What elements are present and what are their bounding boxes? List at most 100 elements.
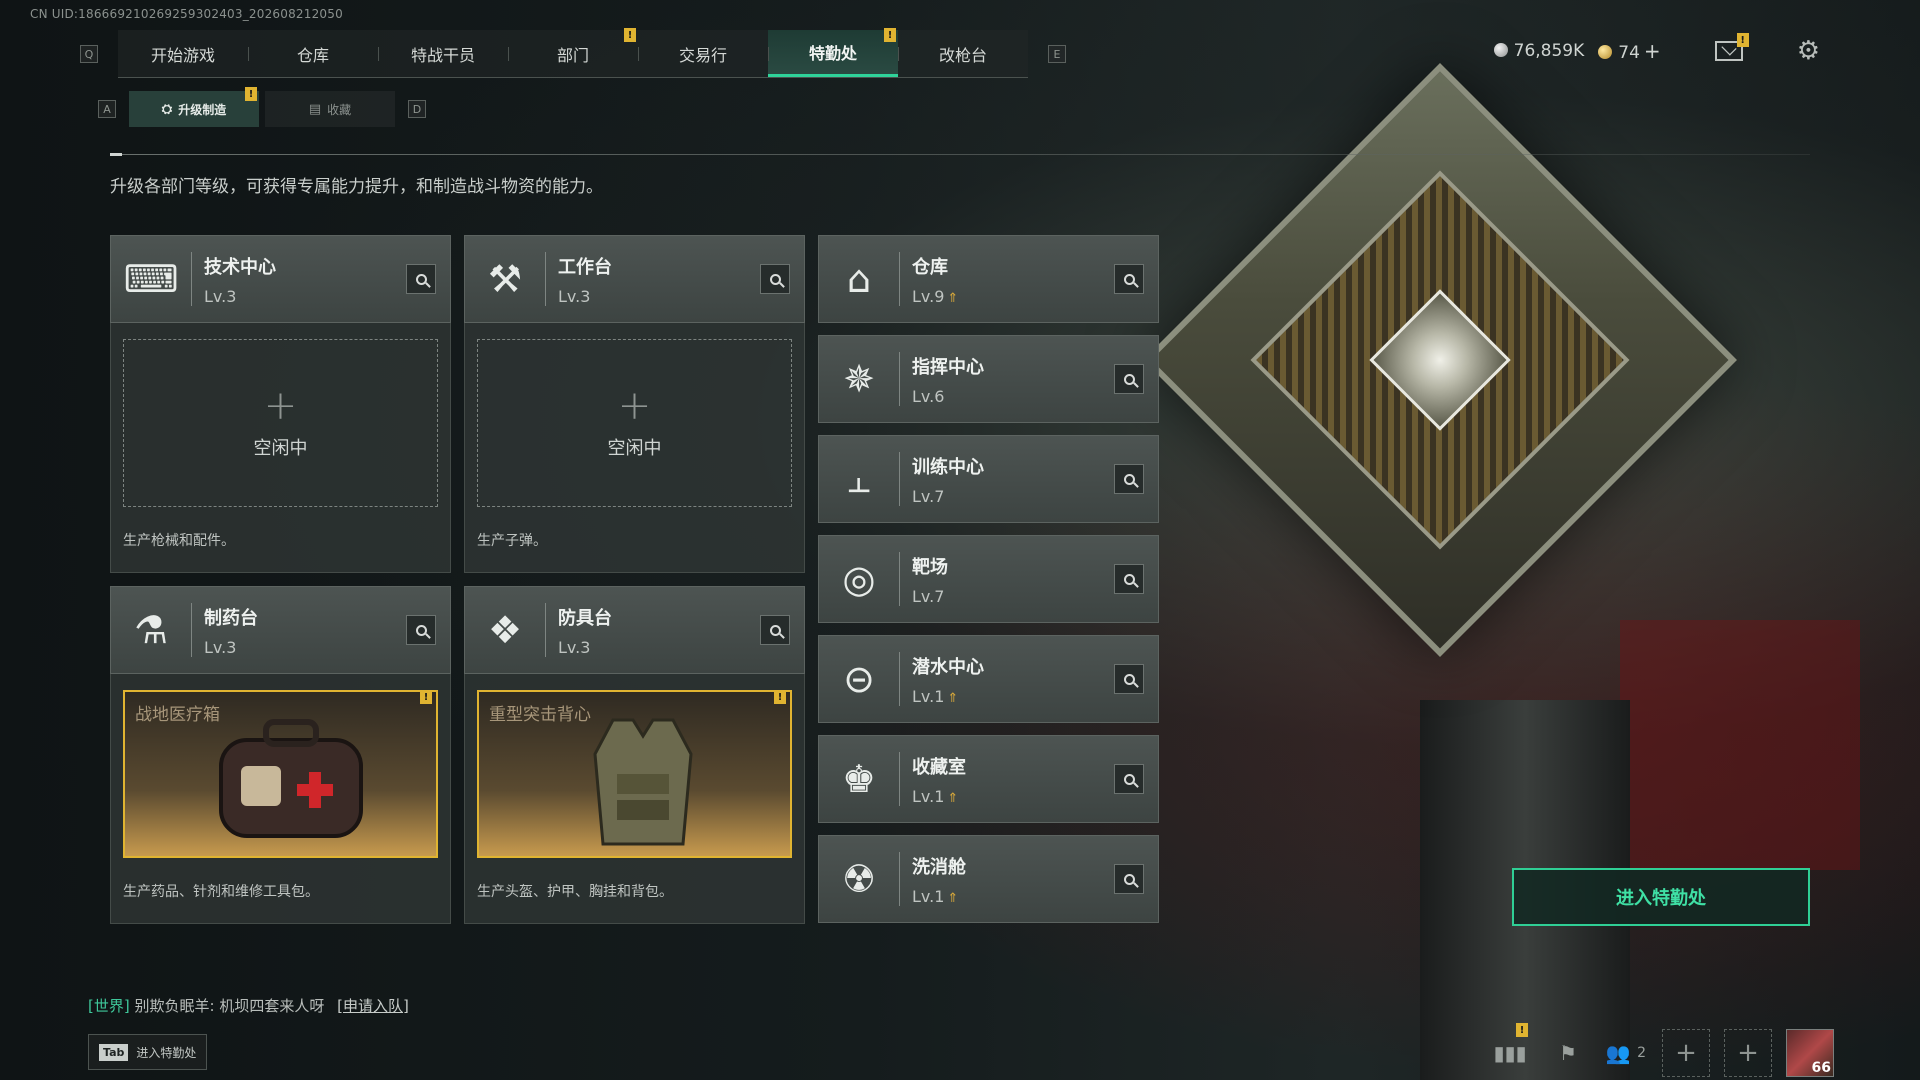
search-icon (1123, 273, 1135, 285)
tab-operators[interactable]: 特战干员 (378, 30, 508, 77)
facility-tech-center[interactable]: ⌨ 技术中心 Lv.3 (110, 235, 451, 323)
collection-icon: ♚ (841, 757, 877, 801)
card-separator (899, 452, 900, 506)
currency-bar: 76,859K 74 + ! ⚙ (1493, 33, 1820, 64)
facility-name: 技术中心 (204, 256, 276, 278)
search-button[interactable] (760, 615, 790, 645)
key-hint-a[interactable]: A (98, 100, 116, 118)
facility-diving-center[interactable]: ⊝ 潜水中心 Lv.1 ⇑ (818, 635, 1159, 723)
search-icon (415, 273, 427, 285)
facility-name: 制药台 (204, 607, 258, 629)
facility-name: 训练中心 (912, 456, 984, 478)
facility-shooting-range[interactable]: ◎ 靶场 Lv.7 (818, 535, 1159, 623)
tab-trading[interactable]: 交易行 (638, 30, 768, 77)
facility-workbench[interactable]: ⚒ 工作台 Lv.3 (464, 235, 805, 323)
search-button[interactable] (406, 615, 436, 645)
enter-special-ops-button[interactable]: 进入特勤处 (1512, 868, 1810, 926)
tab-key-hint[interactable]: Tab 进入特勤处 (88, 1034, 208, 1070)
notification-badge: ! (1736, 33, 1749, 47)
idle-label: 空闲中 (253, 438, 308, 459)
add-party-slot[interactable]: + (1724, 1029, 1772, 1077)
cubes-icon: ❖ (487, 608, 523, 652)
silver-currency: 76,859K (1493, 41, 1584, 61)
card-separator (545, 252, 546, 306)
facility-slot-panel: + 空闲中 生产枪械和配件。 (110, 323, 451, 573)
facility-pharmacy[interactable]: ⚗ 制药台 Lv.3 (110, 586, 451, 674)
tab-gunsmith[interactable]: 改枪台 (898, 30, 1028, 77)
facility-decon-chamber[interactable]: ☢ 洗消舱 Lv.1 ⇑ (818, 835, 1159, 923)
flag-icon[interactable]: ⚑ (1546, 1031, 1590, 1075)
tab-key: Tab (99, 1043, 129, 1061)
avatar-level: 66 (1811, 1060, 1831, 1076)
facility-collection-room[interactable]: ♚ 收藏室 Lv.1 ⇑ (818, 735, 1159, 823)
facility-name: 靶场 (912, 556, 948, 578)
facility-level: Lv.3 (558, 286, 591, 306)
card-separator (899, 852, 900, 906)
search-icon (1123, 473, 1135, 485)
facility-description: 生产药品、针剂和维修工具包。 (123, 884, 319, 900)
search-button[interactable] (1114, 364, 1144, 394)
warehouse-icon: ⌂ (846, 257, 872, 301)
card-separator (899, 652, 900, 706)
avatar[interactable]: 66 (1786, 1029, 1834, 1077)
friends-icon: 👥 (1605, 1041, 1631, 1065)
facility-warehouse[interactable]: ⌂ 仓库 Lv.9 ⇑ (818, 235, 1159, 323)
tab-department[interactable]: 部门! (508, 28, 638, 77)
card-separator (899, 352, 900, 406)
subtab-collection[interactable]: ▤ 收藏 (265, 91, 395, 127)
apply-join-link[interactable]: [申请入队] (337, 997, 409, 1015)
key-hint-e[interactable]: E (1048, 45, 1066, 63)
search-button[interactable] (1114, 864, 1144, 894)
facility-command-center[interactable]: ✵ 指挥中心 Lv.6 (818, 335, 1159, 423)
hammer-wrench-icon: ⚒ (487, 257, 523, 301)
friends-button[interactable]: 👥 2 (1604, 1031, 1648, 1075)
friends-count: 2 (1637, 1045, 1647, 1061)
command-icon: ✵ (843, 357, 875, 401)
subtab-upgrade-craft[interactable]: ⛭ 升级制造 ! (129, 87, 259, 127)
facility-armor-bench[interactable]: ❖ 防具台 Lv.3 (464, 586, 805, 674)
medkit-icon (219, 719, 363, 838)
upgrade-icon: ⛭ (161, 101, 173, 117)
sub-nav: A ⛭ 升级制造 ! ▤ 收藏 D (88, 87, 436, 127)
key-hint-q[interactable]: Q (80, 45, 98, 63)
upgrade-arrow-icon: ⇑ (947, 290, 959, 306)
target-icon: ◎ (842, 557, 876, 601)
production-slot-vest[interactable]: 重型突击背心 ! (477, 690, 792, 858)
facility-level: Lv.6 (912, 386, 945, 406)
search-button[interactable] (1114, 264, 1144, 294)
search-button[interactable] (760, 264, 790, 294)
mail-icon[interactable]: ! (1714, 33, 1749, 61)
uid-label: CN UID:186669210269259302403_20260821205… (30, 7, 343, 21)
facility-name: 工作台 (558, 256, 612, 278)
idle-slot[interactable]: + 空闲中 (123, 339, 438, 507)
gear-icon[interactable]: ⚙ (1797, 38, 1820, 64)
key-hint-d[interactable]: D (408, 100, 426, 118)
header-divider (110, 153, 1810, 156)
facility-training-center[interactable]: ⫠ 训练中心 Lv.7 (818, 435, 1159, 523)
search-icon (1123, 373, 1135, 385)
tab-special-ops[interactable]: 特勤处! (768, 28, 898, 77)
search-button[interactable] (1114, 664, 1144, 694)
production-slot-medkit[interactable]: 战地医疗箱 ! (123, 690, 438, 858)
facility-level: Lv.9 ⇑ (912, 286, 959, 306)
tab-start-game[interactable]: 开始游戏 (118, 30, 248, 77)
facility-description: 生产子弹。 (477, 533, 547, 549)
facility-description: 生产枪械和配件。 (123, 533, 235, 549)
chat-line: [世界] 别欺负眠羊: 机坝四套来人呀 [申请入队] (88, 997, 409, 1015)
computer-icon: ⌨ (123, 257, 179, 301)
facility-slot-panel: 重型突击背心 ! 生产头盔、护甲、胸挂和背包。 (464, 674, 805, 924)
facility-level: Lv.3 (558, 637, 591, 657)
search-icon (1123, 773, 1135, 785)
add-party-slot[interactable]: + (1662, 1029, 1710, 1077)
idle-slot[interactable]: + 空闲中 (477, 339, 792, 507)
search-button[interactable] (1114, 464, 1144, 494)
search-button[interactable] (406, 264, 436, 294)
chat-sender[interactable]: 别欺负眠羊 (135, 997, 210, 1015)
add-currency-button[interactable]: + (1644, 39, 1661, 63)
search-button[interactable] (1114, 564, 1144, 594)
search-button[interactable] (1114, 764, 1144, 794)
stats-icon[interactable]: ▮▮▮! (1488, 1023, 1532, 1075)
tab-hint-label: 进入特勤处 (136, 1045, 197, 1060)
tab-warehouse[interactable]: 仓库 (248, 30, 378, 77)
facility-name: 洗消舱 (912, 856, 966, 878)
